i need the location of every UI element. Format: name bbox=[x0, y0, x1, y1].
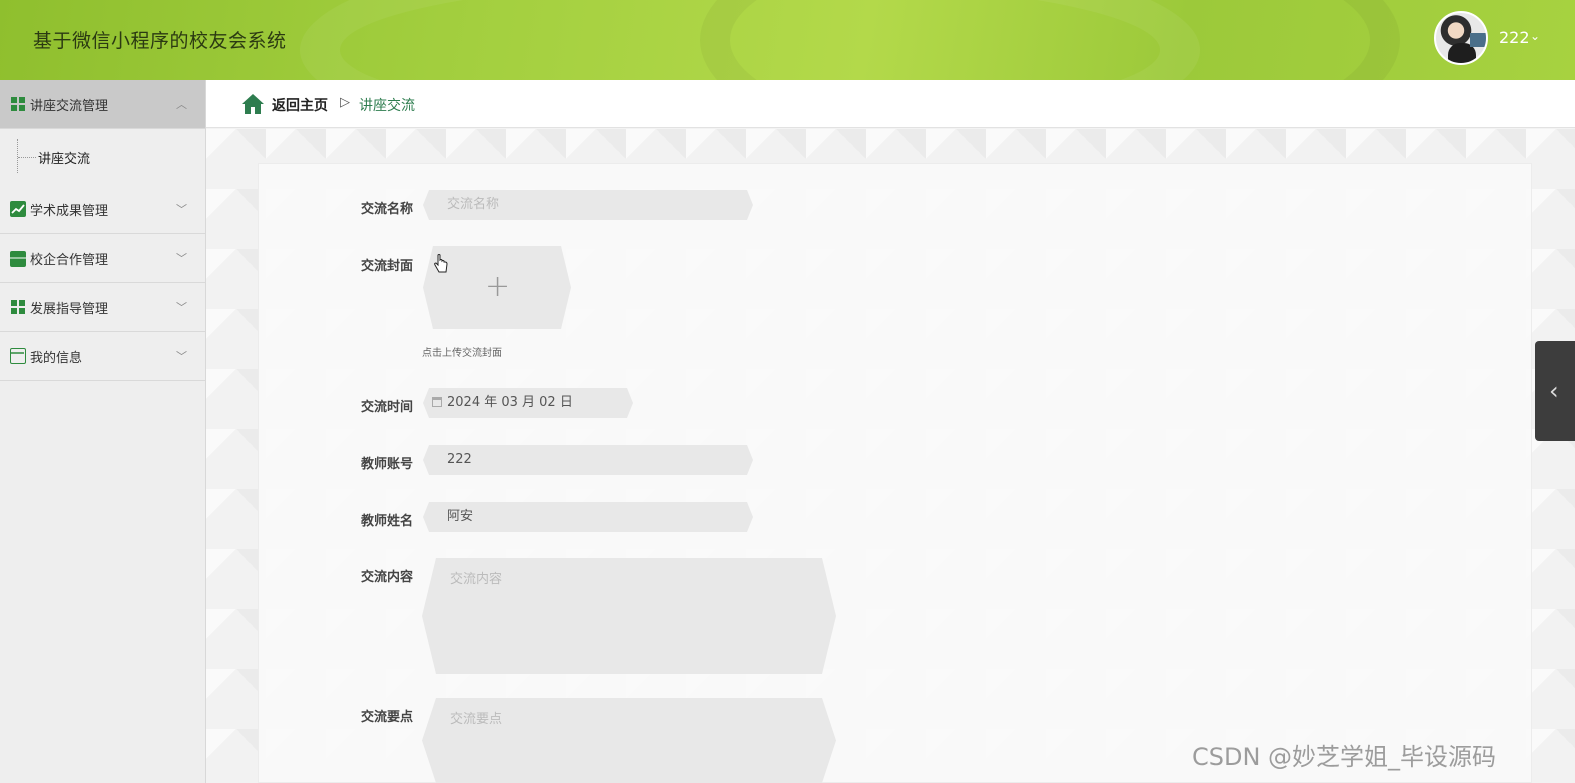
header-decoration bbox=[700, 0, 1400, 80]
sidebar-item-label: 我的信息 bbox=[30, 350, 83, 366]
sidebar-item-label: 发展指导管理 bbox=[30, 301, 109, 317]
sidebar-subitem-lecture[interactable]: 讲座交流 bbox=[0, 129, 205, 185]
exchange-name-input[interactable]: 交流名称 bbox=[423, 190, 753, 220]
breadcrumb-current: 讲座交流 bbox=[359, 98, 415, 114]
sidebar-item-label: 校企合作管理 bbox=[30, 252, 109, 268]
sidebar-item-my-info[interactable]: 我的信息 ﹀ bbox=[0, 332, 205, 381]
home-icon[interactable] bbox=[241, 93, 265, 115]
card-icon bbox=[10, 348, 26, 364]
sidebar-item-lecture-exchange[interactable]: 讲座交流管理 ︿ bbox=[0, 80, 205, 129]
sidebar-item-guidance[interactable]: 发展指导管理 ﹀ bbox=[0, 283, 205, 332]
breadcrumb-separator: ▷ bbox=[340, 95, 350, 110]
exchange-name-label: 交流名称 bbox=[361, 202, 414, 217]
chevron-down-icon: ﹀ bbox=[176, 203, 187, 216]
app-title: 基于微信小程序的校友会系统 bbox=[33, 30, 287, 52]
side-collapse-tab[interactable]: ‹ bbox=[1535, 341, 1575, 441]
chevron-down-icon: ﹀ bbox=[176, 252, 187, 265]
exchange-points-label: 交流要点 bbox=[361, 710, 414, 725]
cover-upload-hint: 点击上传交流封面 bbox=[422, 348, 502, 359]
teacher-name-label: 教师姓名 bbox=[361, 514, 414, 529]
sidebar-item-label: 讲座交流管理 bbox=[30, 98, 109, 114]
sidebar-item-academic[interactable]: 学术成果管理 ﹀ bbox=[0, 185, 205, 234]
top-header: 基于微信小程序的校友会系统 222 ⌄ bbox=[0, 0, 1575, 80]
sidebar-item-cooperation[interactable]: 校企合作管理 ﹀ bbox=[0, 234, 205, 283]
breadcrumb-home-link[interactable]: 返回主页 bbox=[272, 95, 328, 115]
teacher-name-input[interactable]: 阿安 bbox=[423, 502, 753, 532]
exchange-content-label: 交流内容 bbox=[361, 570, 414, 585]
briefcase-icon bbox=[10, 250, 26, 267]
hand-cursor-icon bbox=[434, 254, 448, 273]
sidebar: 讲座交流管理 ︿ 讲座交流 学术成果管理 ﹀ 校企合作管理 ﹀ 发展指导管理 ﹀… bbox=[0, 80, 206, 783]
calendar-icon bbox=[432, 397, 442, 407]
exchange-points-textarea[interactable]: 交流要点 bbox=[422, 698, 836, 783]
exchange-time-label: 交流时间 bbox=[361, 400, 414, 415]
chevron-up-icon: ︿ bbox=[176, 98, 187, 111]
avatar[interactable] bbox=[1434, 11, 1488, 65]
chevron-left-icon: ‹ bbox=[1549, 377, 1559, 405]
chevron-down-icon[interactable]: ⌄ bbox=[1530, 29, 1540, 43]
user-name[interactable]: 222 bbox=[1499, 28, 1530, 47]
watermark: CSDN @妙芝学姐_毕设源码 bbox=[1192, 743, 1497, 771]
breadcrumb: 返回主页 ▷ 讲座交流 bbox=[206, 80, 1575, 128]
grid-icon bbox=[10, 299, 26, 315]
chevron-down-icon: ﹀ bbox=[176, 350, 187, 363]
plus-icon: + bbox=[485, 269, 511, 304]
chart-icon bbox=[10, 201, 26, 217]
exchange-time-picker[interactable]: 2024 年 03 月 02 日 bbox=[423, 388, 633, 418]
sidebar-item-label: 学术成果管理 bbox=[30, 203, 109, 219]
teacher-account-label: 教师账号 bbox=[361, 457, 414, 472]
grid-icon bbox=[10, 96, 26, 112]
teacher-account-input[interactable]: 222 bbox=[423, 445, 753, 475]
exchange-content-textarea[interactable]: 交流内容 bbox=[422, 558, 836, 674]
sidebar-subitem-label: 讲座交流 bbox=[38, 152, 91, 167]
exchange-cover-label: 交流封面 bbox=[361, 259, 414, 274]
chevron-down-icon: ﹀ bbox=[176, 301, 187, 314]
